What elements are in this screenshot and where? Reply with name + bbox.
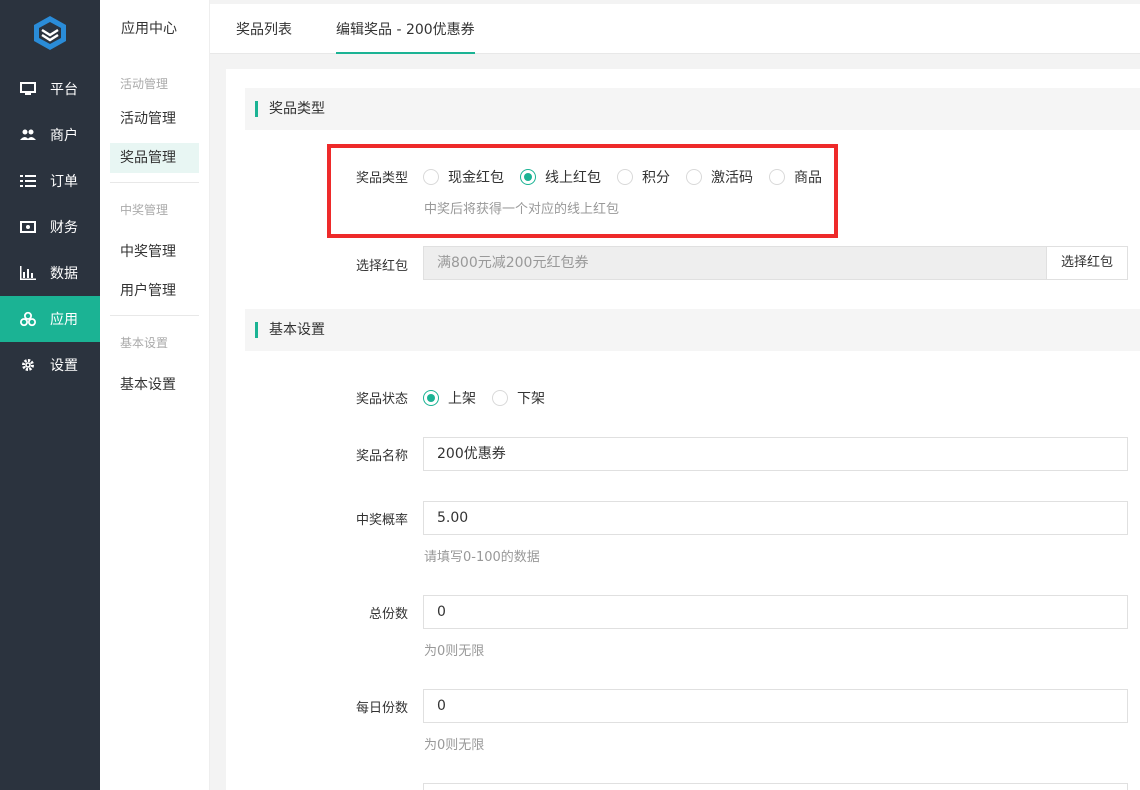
- daily-input[interactable]: 0: [423, 689, 1128, 723]
- radio-label: 商品: [794, 170, 822, 186]
- probability-label: 中奖概率: [355, 513, 408, 528]
- nav-label: 设置: [50, 358, 78, 374]
- subnav-item-activity[interactable]: 活动管理: [110, 104, 199, 134]
- redpack-field[interactable]: 满800元减200元红包券: [423, 246, 1048, 280]
- nav-settings[interactable]: 设置: [0, 342, 100, 388]
- status-label: 奖品状态: [355, 392, 408, 407]
- total-hint: 为0则无限: [424, 644, 485, 659]
- users-icon: [20, 127, 36, 143]
- daily-hint: 为0则无限: [424, 738, 485, 753]
- nav-finance[interactable]: 财务: [0, 204, 100, 250]
- nav-label: 订单: [50, 174, 78, 190]
- radio-circle-selected: [423, 390, 439, 406]
- nav-label: 应用: [50, 312, 78, 328]
- radio-on-shelf[interactable]: 上架: [423, 388, 476, 408]
- nav-label: 财务: [50, 220, 78, 236]
- section-header-basic: 基本设置: [245, 309, 1140, 351]
- next-field-partial[interactable]: [423, 783, 1128, 790]
- group-title-winning: 中奖管理: [120, 203, 169, 217]
- gear-icon: [20, 357, 36, 373]
- radio-label: 上架: [448, 391, 476, 407]
- radio-circle: [423, 169, 439, 185]
- radio-off-shelf[interactable]: 下架: [492, 388, 545, 408]
- nav-label: 平台: [50, 82, 78, 98]
- app-center-title: 应用中心: [121, 21, 177, 37]
- nav-merchant[interactable]: 商户: [0, 112, 100, 158]
- radio-circle: [492, 390, 508, 406]
- money-icon: [20, 219, 36, 235]
- radio-label: 积分: [642, 170, 670, 186]
- radio-circle: [617, 169, 633, 185]
- tab-edit-prize[interactable]: 编辑奖品 - 200优惠券: [336, 4, 475, 54]
- nav-platform[interactable]: 平台: [0, 66, 100, 112]
- main-sidebar: 平台 商户 订单 财务 数据 应用 设置: [0, 0, 100, 790]
- total-input[interactable]: 0: [423, 595, 1128, 629]
- section-title: 基本设置: [269, 322, 325, 338]
- list-icon: [20, 173, 36, 189]
- name-label: 奖品名称: [355, 449, 408, 464]
- bar-chart-icon: [20, 265, 36, 281]
- radio-circle: [686, 169, 702, 185]
- logo[interactable]: [0, 0, 100, 66]
- prize-name-input[interactable]: 200优惠券: [423, 437, 1128, 471]
- sub-sidebar: 应用中心 活动管理 活动管理 奖品管理 中奖管理 中奖管理 用户管理 基本设置 …: [100, 0, 210, 790]
- section-accent: [255, 322, 258, 338]
- radio-online-redpack[interactable]: 线上红包: [520, 167, 601, 187]
- prize-type-label: 奖品类型: [355, 171, 408, 186]
- subnav-item-winning[interactable]: 中奖管理: [110, 237, 199, 267]
- prize-type-hint: 中奖后将获得一个对应的线上红包: [424, 202, 620, 217]
- status-radios: 上架 下架: [423, 388, 561, 408]
- radio-circle: [769, 169, 785, 185]
- nav-order[interactable]: 订单: [0, 158, 100, 204]
- select-redpack-button[interactable]: 选择红包: [1046, 246, 1128, 280]
- subnav-item-users[interactable]: 用户管理: [110, 276, 199, 306]
- radio-circle-selected: [520, 169, 536, 185]
- nav-label: 数据: [50, 266, 78, 282]
- group-title-basic: 基本设置: [120, 336, 169, 350]
- nav-apps[interactable]: 应用: [0, 296, 100, 342]
- redpack-label: 选择红包: [355, 259, 408, 274]
- prize-type-radios: 现金红包 线上红包 积分 激活码 商品: [423, 167, 838, 187]
- apps-icon: [20, 311, 36, 327]
- daily-label: 每日份数: [355, 701, 408, 716]
- group-title-activity: 活动管理: [120, 77, 169, 91]
- main-content: 奖品类型 奖品类型 现金红包 线上红包 积分 激活码 商品 中奖后将获得一个对应…: [226, 69, 1140, 790]
- monitor-icon: [20, 81, 36, 97]
- radio-points[interactable]: 积分: [617, 167, 670, 187]
- radio-cash-redpack[interactable]: 现金红包: [423, 167, 504, 187]
- radio-goods[interactable]: 商品: [769, 167, 822, 187]
- radio-label: 现金红包: [448, 170, 504, 186]
- logo-icon: [34, 16, 66, 50]
- probability-input[interactable]: 5.00: [423, 501, 1128, 535]
- nav-data[interactable]: 数据: [0, 250, 100, 296]
- radio-activation-code[interactable]: 激活码: [686, 167, 753, 187]
- radio-label: 下架: [517, 391, 545, 407]
- tab-prize-list[interactable]: 奖品列表: [236, 4, 292, 54]
- total-label: 总份数: [368, 607, 408, 622]
- radio-label: 线上红包: [545, 170, 601, 186]
- subnav-item-prize[interactable]: 奖品管理: [110, 143, 199, 173]
- section-accent: [255, 101, 258, 117]
- subnav-item-basic[interactable]: 基本设置: [110, 370, 199, 400]
- nav-label: 商户: [50, 128, 78, 144]
- section-header-type: 奖品类型: [245, 88, 1140, 130]
- radio-label: 激活码: [711, 170, 753, 186]
- probability-hint: 请填写0-100的数据: [424, 550, 540, 565]
- section-title: 奖品类型: [269, 101, 325, 117]
- top-tabs: 奖品列表 编辑奖品 - 200优惠券: [210, 4, 1140, 54]
